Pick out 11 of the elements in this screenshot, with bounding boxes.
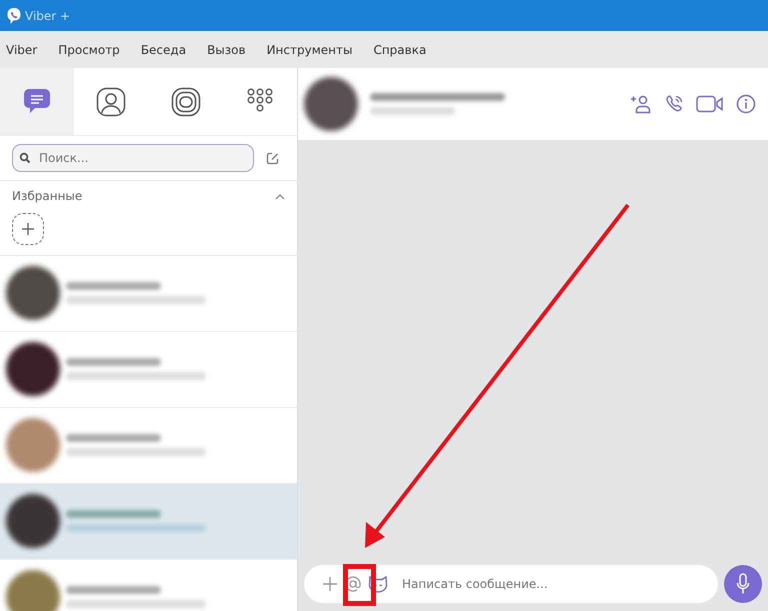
menu-item[interactable]: Инструменты	[266, 40, 352, 58]
window-title: Viber +	[25, 8, 70, 24]
menu-item[interactable]: Беседа	[140, 40, 186, 58]
section-title: Избранные	[12, 188, 82, 206]
message-box[interactable]: Написать сообщение...	[304, 565, 718, 603]
menu-item[interactable]: Вызов	[207, 40, 246, 58]
search-field[interactable]: Поиск...	[37, 148, 217, 168]
menu-item[interactable]: Viber	[6, 40, 38, 58]
search-box[interactable]: Поиск...	[12, 144, 254, 172]
menu-item[interactable]: Просмотр	[58, 40, 120, 58]
menu-item[interactable]: Справка	[373, 40, 426, 58]
